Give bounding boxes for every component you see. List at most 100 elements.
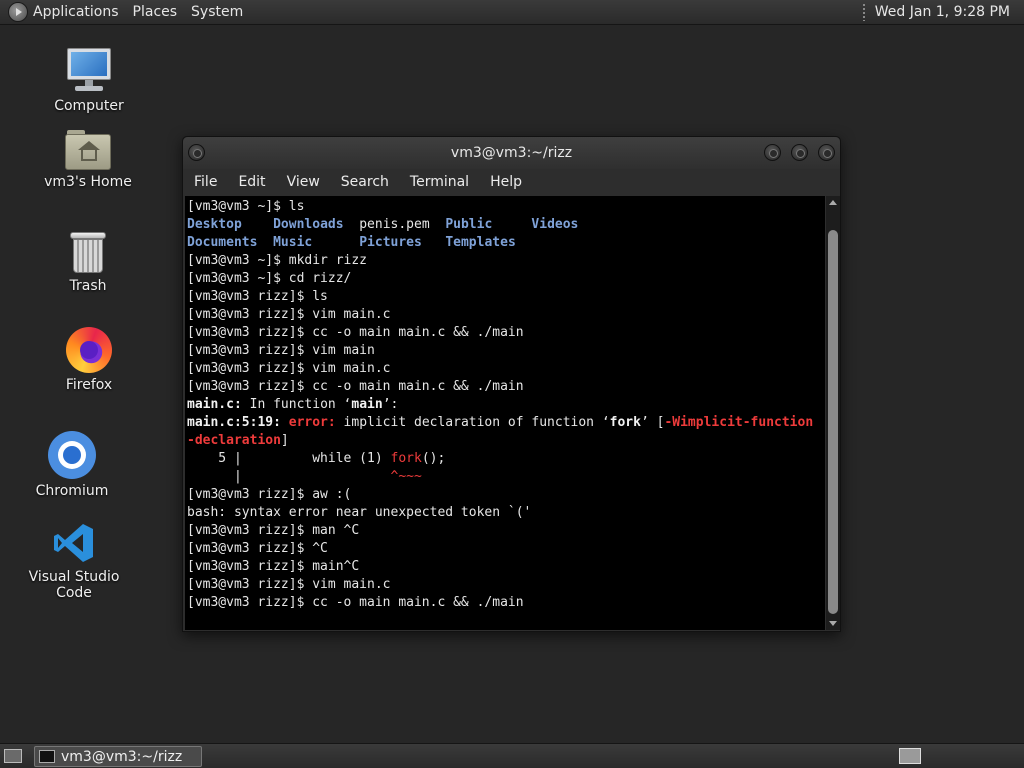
- terminal-text: bash: syntax error near unexpected token…: [187, 505, 532, 520]
- terminal-line: | ^~~~: [187, 468, 825, 486]
- terminal-text: [vm3@vm3 rizz]$ man ^C: [187, 523, 360, 538]
- close-button[interactable]: [818, 144, 835, 161]
- menu-applications[interactable]: Applications: [33, 4, 119, 20]
- terminal-line: [vm3@vm3 rizz]$ vim main.c: [187, 576, 825, 594]
- terminal-line: [vm3@vm3 rizz]$ aw :(: [187, 486, 825, 504]
- menu-file[interactable]: File: [194, 174, 217, 190]
- terminal-text: ();: [421, 451, 446, 466]
- desktop-icon-home[interactable]: vm3's Home: [28, 130, 148, 190]
- terminal-line: [vm3@vm3 rizz]$ vim main.c: [187, 360, 825, 378]
- terminal-text: Templates: [445, 235, 516, 250]
- menu-logo-icon[interactable]: [8, 2, 28, 22]
- desktop-icon-computer[interactable]: Computer: [29, 46, 149, 114]
- terminal-text: In function ‘: [241, 397, 352, 412]
- window-titlebar[interactable]: vm3@vm3:~/rizz: [183, 137, 840, 169]
- terminal-output[interactable]: [vm3@vm3 ~]$ ls Desktop Downloads penis.p…: [185, 196, 825, 630]
- terminal-line: main.c:5:19: error: implicit declaration…: [187, 414, 825, 432]
- desktop-icon-label: Firefox: [65, 377, 113, 393]
- menu-help[interactable]: Help: [490, 174, 522, 190]
- desktop-icon-label: Computer: [54, 98, 124, 114]
- terminal-text: implicit declaration of function ‘: [343, 415, 610, 430]
- terminal-line: -declaration]: [187, 432, 825, 450]
- terminal-window[interactable]: vm3@vm3:~/rizz File Edit View Search Ter…: [182, 136, 841, 632]
- terminal-lines: [vm3@vm3 ~]$ ls Desktop Downloads penis.p…: [185, 196, 825, 612]
- menu-view[interactable]: View: [287, 174, 320, 190]
- terminal-text: [vm3@vm3 rizz]$ cc -o main main.c && ./m…: [187, 325, 524, 340]
- terminal-text: |: [187, 469, 391, 484]
- desktop-icon-firefox[interactable]: Firefox: [29, 327, 149, 393]
- terminal-text: -Wimplicit-function: [664, 415, 814, 430]
- terminal-text: [vm3@vm3 rizz]$ vim main.c: [187, 307, 391, 322]
- menu-system[interactable]: System: [191, 4, 243, 20]
- terminal-text: [vm3@vm3 rizz]$ main^C: [187, 559, 360, 574]
- menu-places[interactable]: Places: [133, 4, 178, 20]
- desktop-icon-label: vm3's Home: [44, 174, 132, 190]
- show-desktop-icon[interactable]: [4, 749, 22, 763]
- desktop-icon-trash[interactable]: Trash: [28, 230, 148, 294]
- terminal-text: Desktop: [187, 217, 242, 232]
- maximize-button[interactable]: [791, 144, 808, 161]
- terminal-line: [vm3@vm3 rizz]$ main^C: [187, 558, 825, 576]
- terminal-text: Videos: [531, 217, 579, 232]
- terminal-line: [vm3@vm3 ~]$ mkdir rizz: [187, 252, 825, 270]
- desktop-icon-label: Visual Studio Code: [28, 569, 120, 601]
- menu-search[interactable]: Search: [341, 174, 389, 190]
- terminal-line: bash: syntax error near unexpected token…: [187, 504, 825, 522]
- terminal-line: [vm3@vm3 rizz]$ vim main: [187, 342, 825, 360]
- vertical-scrollbar[interactable]: [826, 196, 840, 630]
- terminal-line: [vm3@vm3 ~]$ cd rizz/: [187, 270, 825, 288]
- window-title: vm3@vm3:~/rizz: [450, 145, 573, 161]
- scrollbar-thumb[interactable]: [828, 230, 838, 614]
- firefox-icon: [66, 327, 112, 373]
- minimize-button[interactable]: [764, 144, 781, 161]
- menu-terminal[interactable]: Terminal: [410, 174, 469, 190]
- terminal-text: penis.pem: [343, 217, 446, 232]
- workspace-switcher[interactable]: [899, 748, 921, 764]
- terminal-line: main.c: In function ‘main’:: [187, 396, 825, 414]
- terminal-text: Public: [445, 217, 493, 232]
- clock-area: Wed Jan 1, 9:28 PM: [862, 0, 1024, 24]
- terminal-text: Documents: [187, 235, 258, 250]
- scroll-up-arrow-icon[interactable]: [829, 200, 837, 205]
- desktop-icon-vscode[interactable]: Visual Studio Code: [14, 521, 134, 601]
- terminal-text: ]: [280, 433, 289, 448]
- terminal-line: [vm3@vm3 ~]$ ls: [187, 198, 825, 216]
- terminal-text: [vm3@vm3 ~]$ ls: [187, 199, 305, 214]
- terminal-text: Downloads: [273, 217, 344, 232]
- top-panel: Applications Places System Wed Jan 1, 9:…: [0, 0, 1024, 25]
- terminal-text: [vm3@vm3 rizz]$ vim main.c: [187, 577, 391, 592]
- terminal-line: [vm3@vm3 rizz]$ cc -o main main.c && ./m…: [187, 378, 825, 396]
- scroll-down-arrow-icon[interactable]: [829, 621, 837, 626]
- terminal-text: [vm3@vm3 rizz]$ vim main.c: [187, 361, 391, 376]
- panel-separator: [862, 3, 865, 21]
- trash-icon: [69, 230, 107, 274]
- taskbar-window-button[interactable]: vm3@vm3:~/rizz: [34, 746, 202, 767]
- terminal-text: [vm3@vm3 ~]$ cd rizz/: [187, 271, 352, 286]
- terminal-text: error:: [288, 415, 344, 430]
- terminal-text: [vm3@vm3 rizz]$ aw :(: [187, 487, 352, 502]
- menu-edit[interactable]: Edit: [238, 174, 265, 190]
- terminal-text: fork: [609, 415, 641, 430]
- terminal-text: [vm3@vm3 rizz]$ ^C: [187, 541, 328, 556]
- terminal-line: [vm3@vm3 rizz]$ vim main.c: [187, 306, 825, 324]
- terminal-line: 5 | while (1) fork();: [187, 450, 825, 468]
- bottom-panel: vm3@vm3:~/rizz: [0, 743, 1024, 768]
- desktop-icon-label: Chromium: [35, 483, 109, 499]
- terminal-menubar: File Edit View Search Terminal Help: [183, 169, 840, 195]
- terminal-line: Desktop Downloads penis.pem Public Video…: [187, 216, 825, 234]
- clock[interactable]: Wed Jan 1, 9:28 PM: [875, 4, 1010, 20]
- desktop-icon-chromium[interactable]: Chromium: [12, 431, 132, 499]
- terminal-text: [vm3@vm3 rizz]$ cc -o main main.c && ./m…: [187, 379, 524, 394]
- terminal-text: fork: [390, 451, 422, 466]
- terminal-text: [vm3@vm3 ~]$ mkdir rizz: [187, 253, 368, 268]
- terminal-line: [vm3@vm3 rizz]$ cc -o main main.c && ./m…: [187, 594, 825, 612]
- chromium-icon: [48, 431, 96, 479]
- computer-icon: [65, 46, 113, 94]
- terminal-line: [vm3@vm3 rizz]$ cc -o main main.c && ./m…: [187, 324, 825, 342]
- terminal-line: [vm3@vm3 rizz]$ ls: [187, 288, 825, 306]
- terminal-line: [vm3@vm3 rizz]$ ^C: [187, 540, 825, 558]
